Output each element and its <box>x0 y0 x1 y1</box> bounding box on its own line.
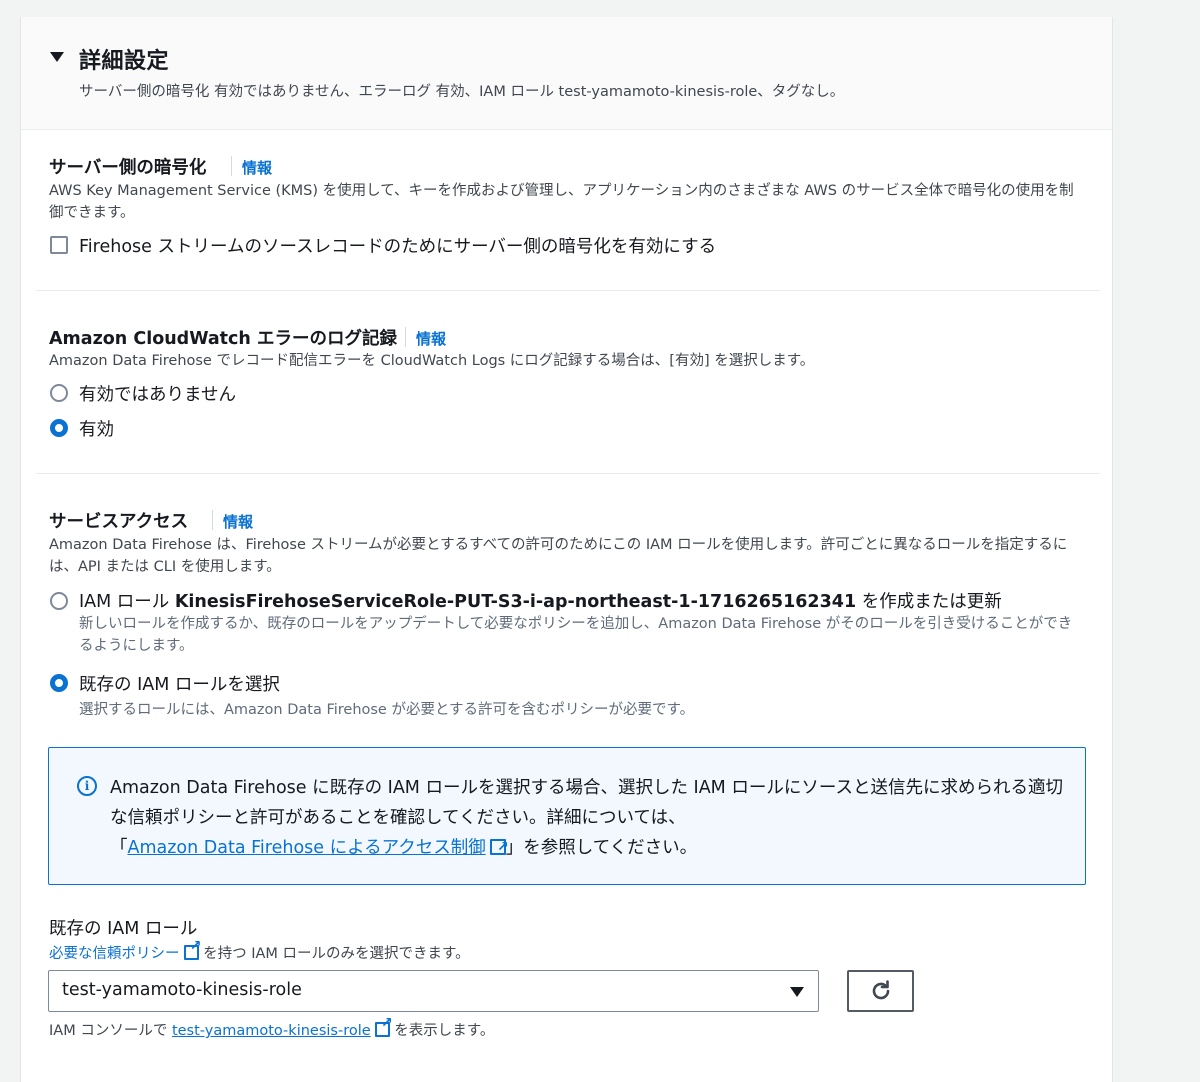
footer-prefix: IAM コンソールで <box>49 1023 172 1039</box>
service-access-description: Amazon Data Firehose は、Firehose ストリームが必要… <box>49 537 1068 575</box>
radio-existing-role-label[interactable]: 既存の IAM ロールを選択 <box>79 671 280 696</box>
existing-role-label: 既存の IAM ロール <box>49 919 198 939</box>
create-role-suffix: を作成または更新 <box>856 592 1002 612</box>
iam-console-footer: IAM コンソールで test-yamamoto-kinesis-role を表… <box>49 1015 495 1040</box>
advanced-settings-panel: 詳細設定 サーバー側の暗号化 有効ではありません、エラーログ 有効、IAM ロー… <box>20 17 1113 1082</box>
encryption-checkbox-label[interactable]: Firehose ストリームのソースレコードのためにサーバー側の暗号化を有効にす… <box>79 233 716 258</box>
radio-logging-disabled-label[interactable]: 有効ではありません <box>79 381 236 406</box>
radio-create-role[interactable] <box>50 592 68 610</box>
refresh-icon <box>872 980 890 1000</box>
alert-message: Amazon Data Firehose に既存の IAM ロールを選択する場合… <box>110 778 1063 828</box>
radio-existing-role[interactable] <box>50 674 68 692</box>
info-separator <box>405 327 406 347</box>
info-circle-icon: i <box>77 776 97 796</box>
cloudwatch-description: Amazon Data Firehose でレコード配信エラーを CloudWa… <box>49 353 815 369</box>
service-access-info-link[interactable]: 情報 <box>223 511 253 532</box>
info-separator <box>231 156 232 176</box>
encryption-description: AWS Key Management Service (KMS) を使用して、キ… <box>49 183 1074 221</box>
caret-down-icon[interactable] <box>50 52 64 62</box>
create-role-name: KinesisFirehoseServiceRole-PUT-S3-i-ap-n… <box>174 592 857 612</box>
existing-role-description: 選択するロールには、Amazon Data Firehose が必要とする許可を… <box>79 702 695 718</box>
radio-logging-disabled[interactable] <box>50 384 68 402</box>
external-link-icon[interactable] <box>374 1015 393 1037</box>
trust-policy-link[interactable]: 必要な信頼ポリシー <box>49 946 180 962</box>
create-role-prefix: IAM ロール <box>79 592 175 612</box>
section-divider <box>36 473 1100 474</box>
select-value: test-yamamoto-kinesis-role <box>62 980 302 1000</box>
encryption-title: サーバー側の暗号化 <box>49 158 207 178</box>
panel-header[interactable]: 詳細設定 サーバー側の暗号化 有効ではありません、エラーログ 有効、IAM ロー… <box>21 17 1112 130</box>
access-control-link[interactable]: Amazon Data Firehose によるアクセス制御 <box>128 838 486 858</box>
section-divider <box>36 290 1100 291</box>
cloudwatch-info-link[interactable]: 情報 <box>416 328 446 349</box>
encryption-info-link[interactable]: 情報 <box>242 157 272 178</box>
caret-down-icon <box>790 987 804 997</box>
create-role-description: 新しいロールを作成するか、既存のロールをアップデートして必要なポリシーを追加し、… <box>79 616 1073 654</box>
footer-suffix: を表示します。 <box>389 1023 495 1039</box>
panel-summary: サーバー側の暗号化 有効ではありません、エラーログ 有効、IAM ロール tes… <box>79 84 845 100</box>
radio-logging-enabled[interactable] <box>50 419 68 437</box>
alert-link-open: 「 <box>110 838 128 858</box>
info-alert: i Amazon Data Firehose に既存の IAM ロールを選択する… <box>48 747 1086 885</box>
external-link-icon[interactable] <box>183 938 202 960</box>
alert-link-close: 」を参照してください。 <box>505 838 698 858</box>
external-link-icon[interactable] <box>489 832 509 862</box>
info-separator <box>212 510 213 530</box>
existing-role-hint: 必要な信頼ポリシー を持つ IAM ロールのみを選択できます。 <box>49 938 470 963</box>
iam-console-role-link[interactable]: test-yamamoto-kinesis-role <box>172 1023 371 1039</box>
panel-title[interactable]: 詳細設定 <box>79 43 169 75</box>
encryption-checkbox[interactable] <box>50 236 68 254</box>
radio-create-role-label[interactable]: IAM ロール KinesisFirehoseServiceRole-PUT-S… <box>79 588 1002 613</box>
cloudwatch-title: Amazon CloudWatch エラーのログ記録 <box>49 329 397 349</box>
alert-text: Amazon Data Firehose に既存の IAM ロールを選択する場合… <box>110 773 1070 863</box>
service-access-title: サービスアクセス <box>49 512 189 532</box>
existing-role-select[interactable]: test-yamamoto-kinesis-role <box>48 970 819 1012</box>
refresh-button[interactable] <box>847 970 914 1012</box>
radio-logging-enabled-label[interactable]: 有効 <box>79 416 114 441</box>
hint-text: を持つ IAM ロールのみを選択できます。 <box>198 946 470 962</box>
